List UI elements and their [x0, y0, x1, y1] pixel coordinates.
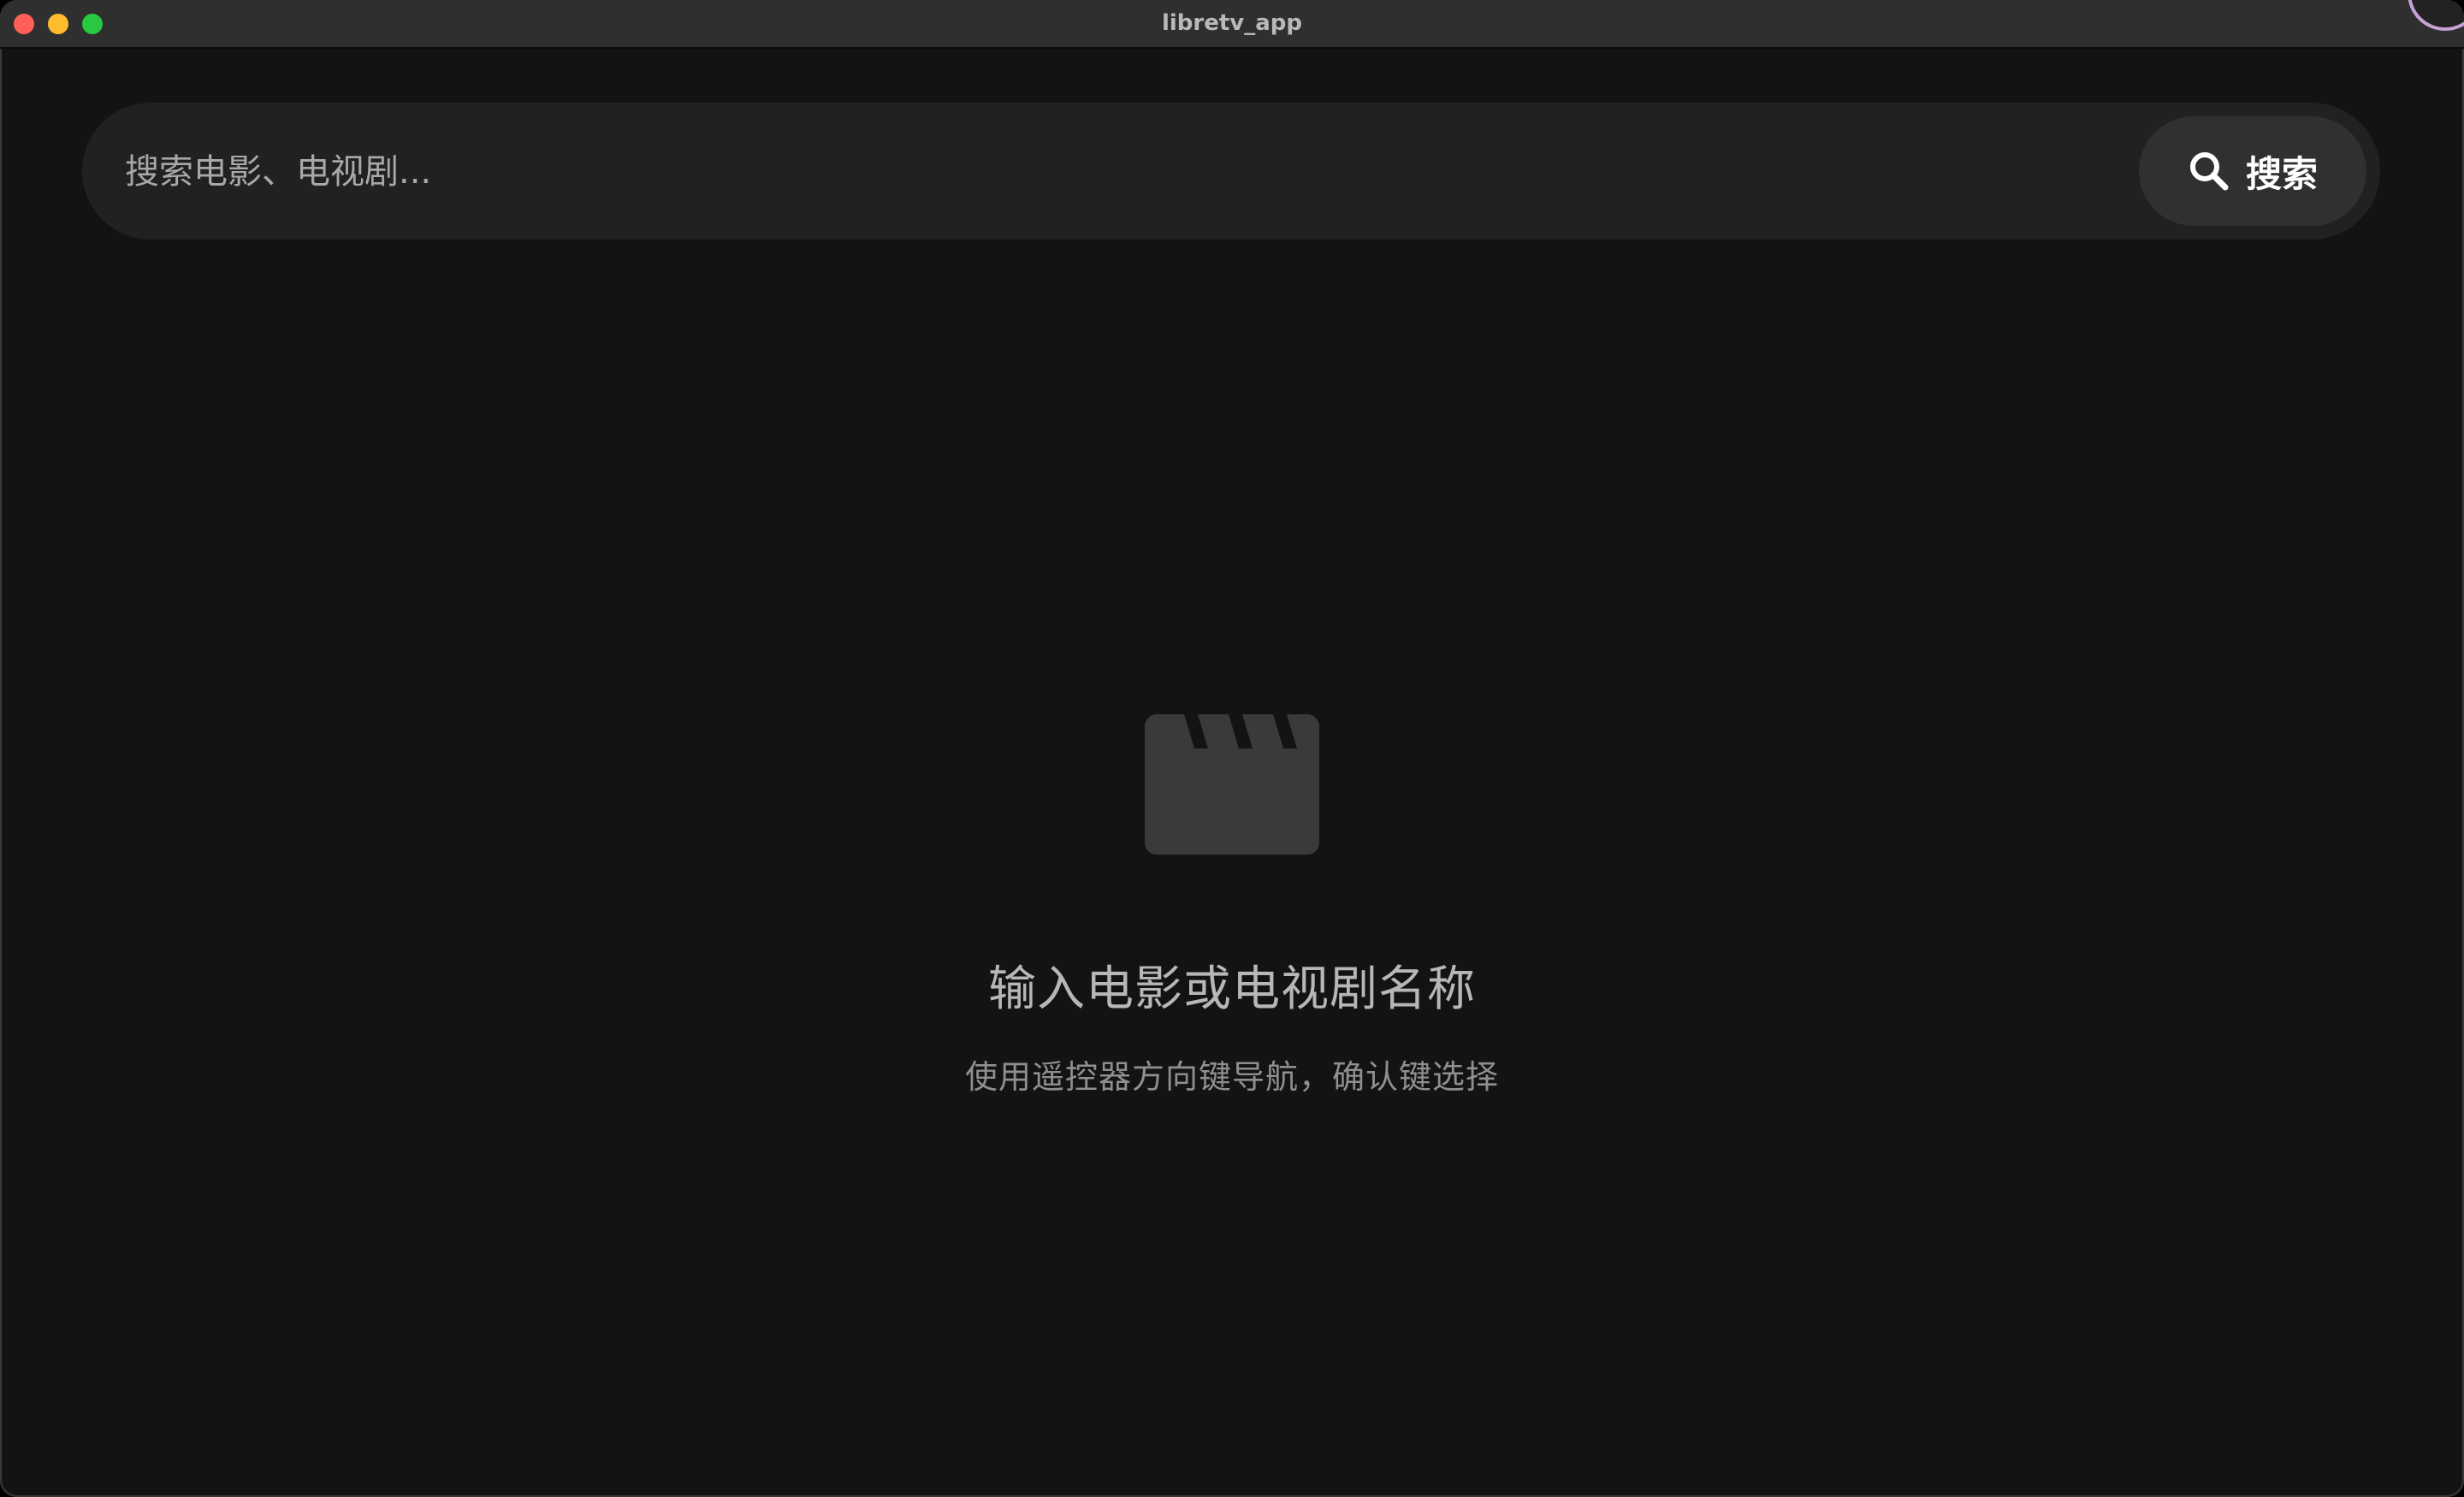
search-icon	[2188, 150, 2230, 192]
app-window: libretv_app 搜索 输入电影或电视剧名称 使用遥控器方向键导航，确认键…	[0, 0, 2464, 1497]
search-button[interactable]: 搜索	[2139, 116, 2366, 226]
empty-state-subtitle: 使用遥控器方向键导航，确认键选择	[964, 1058, 1499, 1096]
search-button-label: 搜索	[2245, 152, 2318, 195]
empty-state: 输入电影或电视剧名称 使用遥控器方向键导航，确认键选择	[0, 714, 2464, 1098]
title-bar: libretv_app	[0, 0, 2464, 49]
clapperboard-icon	[1145, 714, 1319, 855]
empty-state-title: 输入电影或电视剧名称	[988, 962, 1476, 1017]
search-bar: 搜索	[82, 103, 2380, 240]
search-input[interactable]	[123, 137, 2094, 207]
window-title: libretv_app	[1161, 10, 1303, 36]
